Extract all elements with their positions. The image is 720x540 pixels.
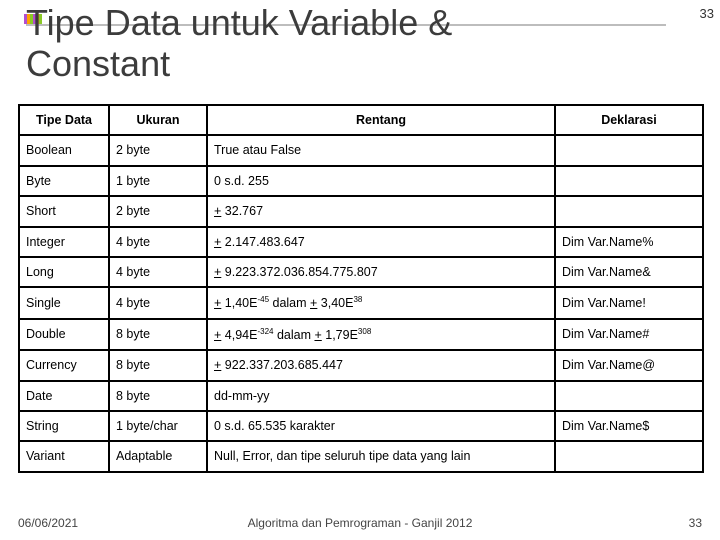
cell-size: 1 byte (109, 166, 207, 196)
cell-type: Integer (19, 227, 109, 257)
cell-declaration: Dim Var.Name% (555, 227, 703, 257)
table-row: Boolean2 byteTrue atau False (19, 135, 703, 165)
cell-range: + 4,94E-324 dalam + 1,79E308 (207, 319, 555, 351)
cell-range: + 922.337.203.685.447 (207, 350, 555, 380)
cell-declaration: Dim Var.Name$ (555, 411, 703, 441)
cell-declaration (555, 196, 703, 226)
cell-size: 2 byte (109, 135, 207, 165)
slide: Tipe Data untuk Variable & Constant 33 T… (0, 0, 720, 540)
cell-range: + 1,40E-45 dalam + 3,40E38 (207, 287, 555, 319)
cell-type: Currency (19, 350, 109, 380)
cell-size: 2 byte (109, 196, 207, 226)
table-row: Double8 byte+ 4,94E-324 dalam + 1,79E308… (19, 319, 703, 351)
table-row: Single4 byte+ 1,40E-45 dalam + 3,40E38Di… (19, 287, 703, 319)
table-row: Integer4 byte+ 2.147.483.647Dim Var.Name… (19, 227, 703, 257)
cell-size: 4 byte (109, 257, 207, 287)
cell-type: Byte (19, 166, 109, 196)
cell-type: Variant (19, 441, 109, 471)
table-row: Long4 byte+ 9.223.372.036.854.775.807Dim… (19, 257, 703, 287)
cell-declaration: Dim Var.Name# (555, 319, 703, 351)
cell-type: Date (19, 381, 109, 411)
cell-range: + 9.223.372.036.854.775.807 (207, 257, 555, 287)
table-row: Byte1 byte0 s.d. 255 (19, 166, 703, 196)
cell-declaration (555, 166, 703, 196)
cell-range: Null, Error, dan tipe seluruh tipe data … (207, 441, 555, 471)
title-line-2: Constant (26, 43, 170, 84)
cell-type: Single (19, 287, 109, 319)
cell-size: 8 byte (109, 350, 207, 380)
cell-type: Boolean (19, 135, 109, 165)
cell-type: Double (19, 319, 109, 351)
cell-type: Short (19, 196, 109, 226)
table-row: Date8 bytedd-mm-yy (19, 381, 703, 411)
cell-range: 0 s.d. 65.535 karakter (207, 411, 555, 441)
cell-type: Long (19, 257, 109, 287)
th-tipe-data: Tipe Data (19, 105, 109, 135)
page-title: Tipe Data untuk Variable & Constant (26, 2, 452, 85)
cell-size: Adaptable (109, 441, 207, 471)
cell-declaration: Dim Var.Name& (555, 257, 703, 287)
page-number-top: 33 (700, 6, 714, 21)
cell-size: 1 byte/char (109, 411, 207, 441)
th-ukuran: Ukuran (109, 105, 207, 135)
cell-size: 4 byte (109, 227, 207, 257)
data-types-table: Tipe Data Ukuran Rentang Deklarasi Boole… (18, 104, 704, 473)
footer-center: Algoritma dan Pemrograman - Ganjil 2012 (0, 516, 720, 530)
cell-range: dd-mm-yy (207, 381, 555, 411)
cell-range: True atau False (207, 135, 555, 165)
cell-declaration (555, 441, 703, 471)
footer-page: 33 (689, 516, 702, 530)
cell-type: String (19, 411, 109, 441)
table-row: String1 byte/char0 s.d. 65.535 karakterD… (19, 411, 703, 441)
cell-size: 8 byte (109, 319, 207, 351)
cell-declaration (555, 381, 703, 411)
table-header-row: Tipe Data Ukuran Rentang Deklarasi (19, 105, 703, 135)
th-rentang: Rentang (207, 105, 555, 135)
table-row: Currency8 byte+ 922.337.203.685.447Dim V… (19, 350, 703, 380)
cell-declaration: Dim Var.Name@ (555, 350, 703, 380)
cell-declaration (555, 135, 703, 165)
cell-declaration: Dim Var.Name! (555, 287, 703, 319)
cell-size: 8 byte (109, 381, 207, 411)
cell-range: + 2.147.483.647 (207, 227, 555, 257)
cell-range: + 32.767 (207, 196, 555, 226)
title-line-1: Tipe Data untuk Variable & (26, 2, 452, 43)
th-deklarasi: Deklarasi (555, 105, 703, 135)
cell-size: 4 byte (109, 287, 207, 319)
table-row: Short2 byte+ 32.767 (19, 196, 703, 226)
cell-range: 0 s.d. 255 (207, 166, 555, 196)
table-row: VariantAdaptableNull, Error, dan tipe se… (19, 441, 703, 471)
